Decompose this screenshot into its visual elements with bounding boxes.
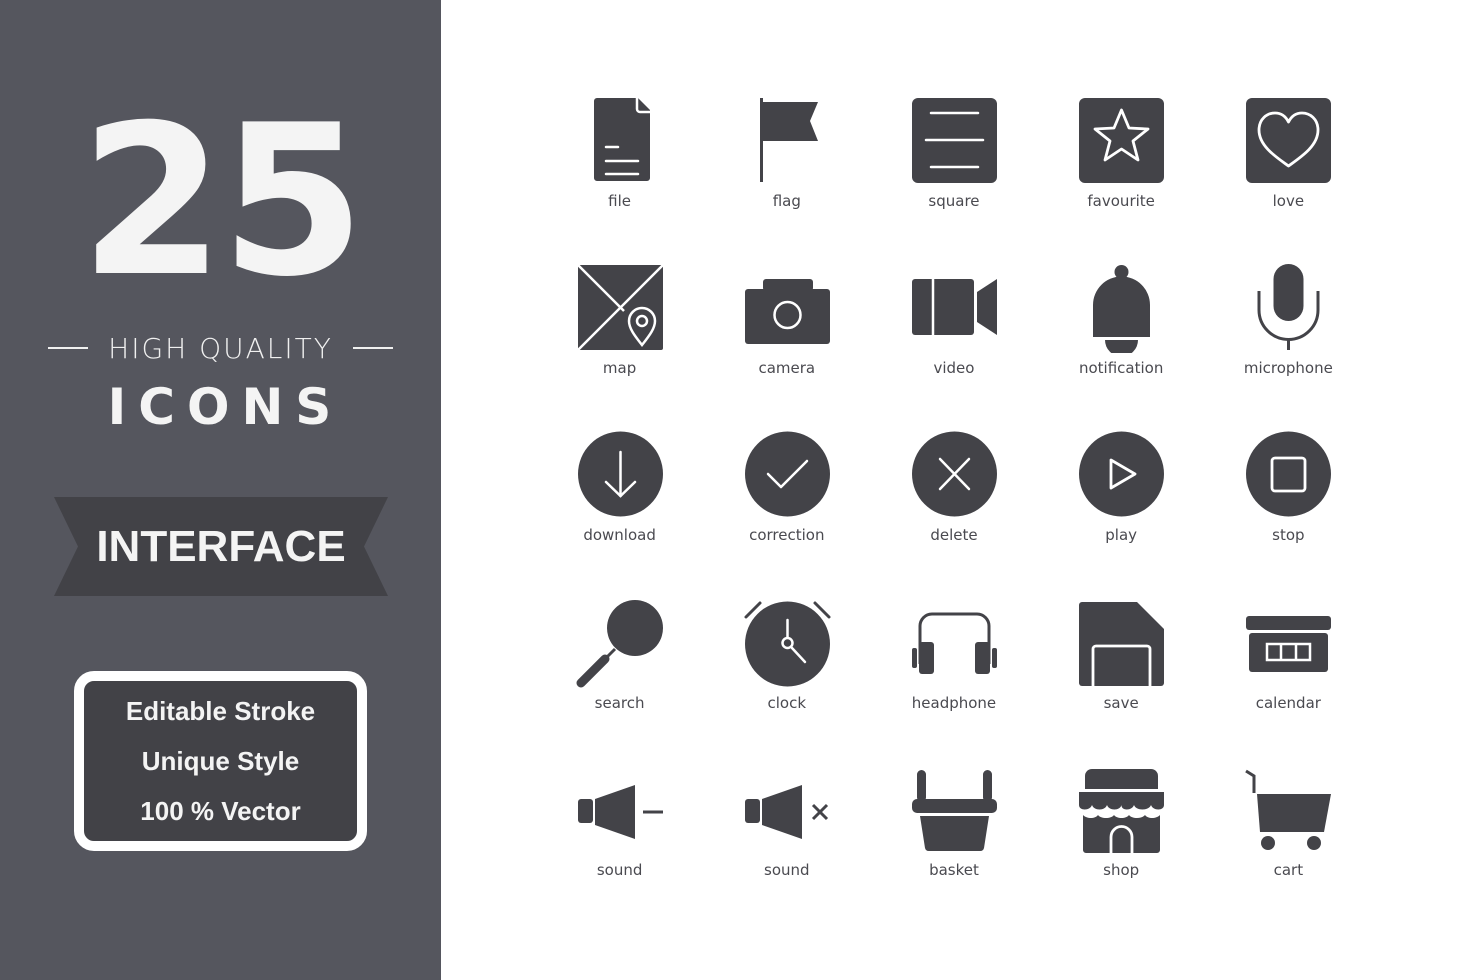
icon-label: basket	[929, 860, 979, 879]
icon-tile-clock[interactable]: clock	[703, 592, 870, 759]
icon-label: flag	[772, 192, 801, 210]
icon-label: video	[933, 359, 975, 378]
divider-line-right	[352, 347, 393, 349]
left-panel: 25 HIGH QUALITY ICONS INTERFACE Editable…	[0, 0, 441, 980]
delete-icon	[911, 431, 997, 517]
icon-tile-play[interactable]: play	[1038, 424, 1205, 591]
icon-tile-map[interactable]: map	[536, 257, 703, 424]
icon-label: sound	[596, 860, 643, 879]
feature-item: Editable Stroke	[125, 696, 316, 726]
icon-tile-notification[interactable]: notification	[1038, 257, 1205, 424]
features-box: Editable Stroke Unique Style 100 % Vecto…	[74, 671, 367, 851]
icon-count: 25	[79, 81, 365, 323]
icon-label: save	[1103, 693, 1139, 712]
icon-label: microphone	[1243, 359, 1333, 378]
alarm-clock-icon	[744, 601, 831, 687]
camera-icon	[744, 279, 830, 345]
icon-label: play	[1105, 526, 1138, 545]
icon-tile-calendar[interactable]: calendar	[1205, 592, 1372, 759]
star-icon	[1079, 98, 1165, 183]
title: ICONS	[107, 378, 344, 436]
icon-tile-favourite[interactable]: favourite	[1038, 90, 1205, 257]
search-icon	[576, 599, 663, 688]
icon-tile-sound-mute[interactable]: sound	[703, 759, 870, 926]
flag-icon	[759, 98, 818, 182]
icon-label: camera	[758, 359, 816, 378]
icon-tile-video[interactable]: video	[870, 257, 1037, 424]
video-icon	[911, 279, 997, 336]
icon-label: cart	[1273, 860, 1304, 879]
icon-tile-shop[interactable]: shop	[1038, 759, 1205, 926]
check-icon	[744, 431, 830, 517]
icon-tile-love[interactable]: love	[1205, 90, 1372, 257]
icon-label: calendar	[1255, 693, 1321, 712]
icon-tile-file[interactable]: file	[536, 90, 703, 257]
icon-label: square	[928, 192, 980, 210]
divider-line-left	[48, 347, 89, 349]
subtitle-row: HIGH QUALITY	[0, 330, 441, 366]
icon-label: file	[608, 192, 632, 210]
icon-tile-square[interactable]: square	[870, 90, 1037, 257]
volume-down-icon	[577, 784, 663, 839]
calendar-icon	[1246, 615, 1332, 672]
feature-item: 100 % Vector	[140, 796, 301, 826]
save-icon	[1079, 601, 1165, 686]
icon-tile-search[interactable]: search	[536, 592, 703, 759]
icon-tile-camera[interactable]: camera	[703, 257, 870, 424]
icon-tile-sound-down[interactable]: sound	[536, 759, 703, 926]
icon-tile-correction[interactable]: correction	[703, 424, 870, 591]
icon-label: clock	[767, 693, 807, 712]
heart-icon	[1246, 98, 1332, 183]
file-icon	[593, 98, 651, 181]
icon-label: download	[583, 526, 656, 545]
icon-label: search	[594, 693, 645, 712]
icon-label: favourite	[1087, 192, 1155, 210]
icon-tile-save[interactable]: save	[1038, 592, 1205, 759]
play-icon	[1079, 431, 1165, 517]
icon-tile-stop[interactable]: stop	[1205, 424, 1372, 591]
icon-tile-basket[interactable]: basket	[870, 759, 1037, 926]
bell-icon	[1093, 265, 1151, 354]
stop-icon	[1246, 431, 1332, 517]
icon-label: sound	[764, 860, 810, 879]
feature-item: Unique Style	[141, 746, 300, 776]
icon-tile-download[interactable]: download	[536, 424, 703, 591]
icon-tile-cart[interactable]: cart	[1205, 759, 1372, 926]
cart-icon	[1245, 769, 1332, 850]
icon-tile-headphone[interactable]: headphone	[870, 592, 1037, 759]
basket-icon	[911, 769, 997, 851]
icon-label: stop	[1272, 526, 1305, 545]
category-label: INTERFACE	[96, 521, 346, 571]
icon-label: delete	[930, 526, 978, 545]
subtitle: HIGH QUALITY	[108, 331, 333, 365]
map-icon	[576, 264, 664, 352]
microphone-icon	[1257, 264, 1320, 351]
category-ribbon: INTERFACE	[54, 497, 388, 596]
icon-label: love	[1272, 192, 1305, 210]
icon-tile-flag[interactable]: flag	[703, 90, 870, 257]
icon-grid: file flag square favourite love map came…	[536, 90, 1372, 926]
icon-label: headphone	[911, 693, 997, 712]
icon-label: shop	[1103, 860, 1140, 879]
headphone-icon	[911, 612, 997, 674]
icon-tile-microphone[interactable]: microphone	[1205, 257, 1372, 424]
download-icon	[577, 431, 663, 517]
volume-mute-icon	[744, 784, 828, 839]
icon-label: correction	[749, 526, 825, 545]
icon-tile-delete[interactable]: delete	[870, 424, 1037, 591]
shop-icon	[1079, 768, 1165, 853]
icon-label: map	[602, 359, 637, 378]
square-icon	[911, 98, 997, 183]
icon-label: notification	[1078, 359, 1164, 378]
